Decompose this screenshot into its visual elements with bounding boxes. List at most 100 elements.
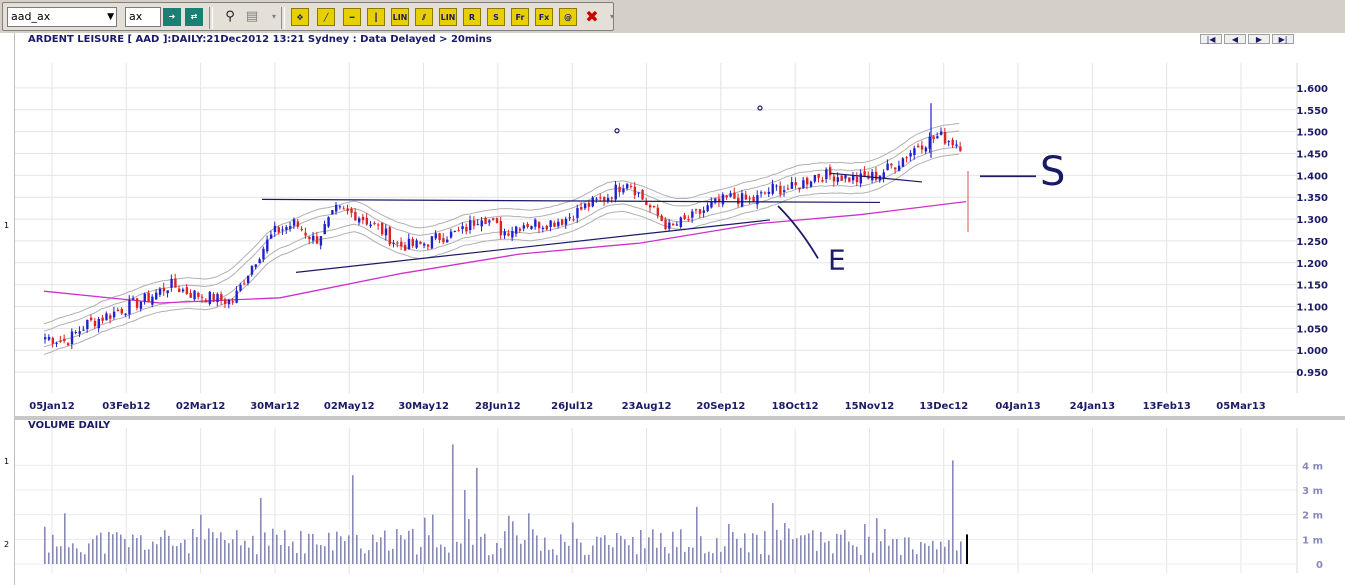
volume-bar xyxy=(204,539,206,564)
candle-body xyxy=(181,289,185,292)
x-tick-label: 02May12 xyxy=(324,401,375,412)
candle-body xyxy=(243,283,246,285)
candle-body xyxy=(813,174,817,182)
candle-body xyxy=(407,238,411,250)
volume-bar xyxy=(772,503,774,564)
volume-bar xyxy=(440,544,442,564)
candle-body xyxy=(174,278,177,288)
candle-body xyxy=(549,220,552,227)
volume-bar xyxy=(248,547,250,564)
candle-body xyxy=(193,290,196,300)
candle-body xyxy=(388,227,392,245)
candle-body xyxy=(580,207,583,210)
volume-bar xyxy=(544,537,546,564)
volume-bar xyxy=(736,538,738,564)
scroll-last-button[interactable]: ▶| xyxy=(1272,34,1294,44)
overflow-chevron-icon[interactable]: ▾ xyxy=(603,8,621,26)
go-arrow-icon[interactable]: ➜ xyxy=(163,8,181,26)
parallel-lines-icon[interactable]: ⫽ xyxy=(415,8,433,26)
candle-body xyxy=(143,293,146,302)
scroll-back-button[interactable]: ◀ xyxy=(1224,34,1246,44)
candle-body xyxy=(614,184,617,200)
candle-body xyxy=(802,180,805,189)
volume-bar xyxy=(868,536,870,564)
volume-bar xyxy=(168,535,170,564)
fib-extension-button[interactable]: Fx xyxy=(535,8,553,26)
volume-bar xyxy=(372,534,374,564)
horizontal-line-icon[interactable]: ━ xyxy=(343,8,361,26)
volume-bar xyxy=(712,553,714,564)
line-tool-icon[interactable]: ╱ xyxy=(317,8,335,26)
chart-area[interactable]: 1 1 2 ES 1.600 1.550 1.500 1.450 1.400 1.350 1… xyxy=(0,33,1345,585)
volume-y-tick-label: 1 m xyxy=(1302,535,1323,546)
y-tick-label: 1.000 xyxy=(1296,346,1328,357)
candle-body xyxy=(729,193,732,197)
volume-bar xyxy=(412,528,414,564)
y-tick-label: 0.950 xyxy=(1296,368,1328,379)
volume-bar xyxy=(744,533,746,564)
binoculars-icon[interactable]: ⚲ xyxy=(221,8,239,26)
candle-body xyxy=(105,313,108,321)
crosshair-tool-icon[interactable]: ✥ xyxy=(291,8,309,26)
volume-bar xyxy=(404,539,406,564)
scroll-forward-button[interactable]: ▶ xyxy=(1248,34,1270,44)
candle-body xyxy=(70,331,74,344)
volume-bar xyxy=(356,534,358,564)
volume-bar xyxy=(460,543,462,564)
y-tick-label: 1.600 xyxy=(1296,84,1328,95)
volume-bar xyxy=(932,540,934,564)
volume-bar xyxy=(504,531,506,564)
delete-drawings-icon[interactable]: ✖ xyxy=(583,8,601,26)
candle-body xyxy=(227,300,231,305)
candle-body xyxy=(652,206,656,208)
volume-bar xyxy=(172,545,174,564)
candle-body xyxy=(89,317,93,321)
volume-bar xyxy=(316,544,318,564)
text-label-icon[interactable]: @ xyxy=(559,8,577,26)
candle-body xyxy=(560,219,564,225)
symbol-combobox[interactable]: aad_ax ▼ xyxy=(7,7,117,27)
volume-bar xyxy=(56,546,58,564)
candle-body xyxy=(936,136,939,139)
scroll-first-button[interactable]: |◀ xyxy=(1200,34,1222,44)
volume-bar xyxy=(788,528,790,564)
candle-body xyxy=(342,208,346,210)
candle-body xyxy=(423,243,426,246)
volume-bar xyxy=(628,545,630,564)
volume-bar xyxy=(676,546,678,564)
candle-body xyxy=(871,172,874,181)
volume-bar xyxy=(784,522,786,564)
y-tick-label: 1.200 xyxy=(1296,259,1328,270)
candle-body xyxy=(798,187,801,190)
support-button[interactable]: S xyxy=(487,8,505,26)
vertical-line-icon[interactable]: ┃ xyxy=(367,8,385,26)
volume-bar xyxy=(344,541,346,564)
volume-bar xyxy=(100,532,102,564)
candle-body xyxy=(828,167,832,176)
volume-bar xyxy=(804,535,806,564)
linear-channel-button[interactable]: LIN xyxy=(439,8,457,26)
exchange-combobox[interactable]: ax▼ xyxy=(125,7,170,27)
volume-bar xyxy=(300,530,302,564)
candle-body xyxy=(254,264,258,267)
volume-bar xyxy=(600,537,602,564)
candle-body xyxy=(740,193,744,207)
volume-chart-title: VOLUME DAILY xyxy=(28,420,111,431)
resistance-button[interactable]: R xyxy=(463,8,481,26)
volume-bar xyxy=(60,546,62,564)
printer-icon[interactable]: ▤ xyxy=(243,8,261,26)
candle-body xyxy=(128,300,131,315)
candle-body xyxy=(442,238,445,243)
volume-bar xyxy=(284,530,286,564)
volume-bar xyxy=(264,532,266,564)
candle-body xyxy=(488,220,491,223)
fib-retracement-button[interactable]: Fr xyxy=(511,8,529,26)
volume-bar xyxy=(664,547,666,564)
candle-body xyxy=(920,145,924,150)
volume-bar xyxy=(948,540,950,564)
volume-bar xyxy=(480,536,482,564)
linear-regression-button[interactable]: LIN xyxy=(391,8,409,26)
candle-body xyxy=(82,329,85,331)
volume-bar xyxy=(764,531,766,564)
refresh-arrows-icon[interactable]: ⇄ xyxy=(185,8,203,26)
